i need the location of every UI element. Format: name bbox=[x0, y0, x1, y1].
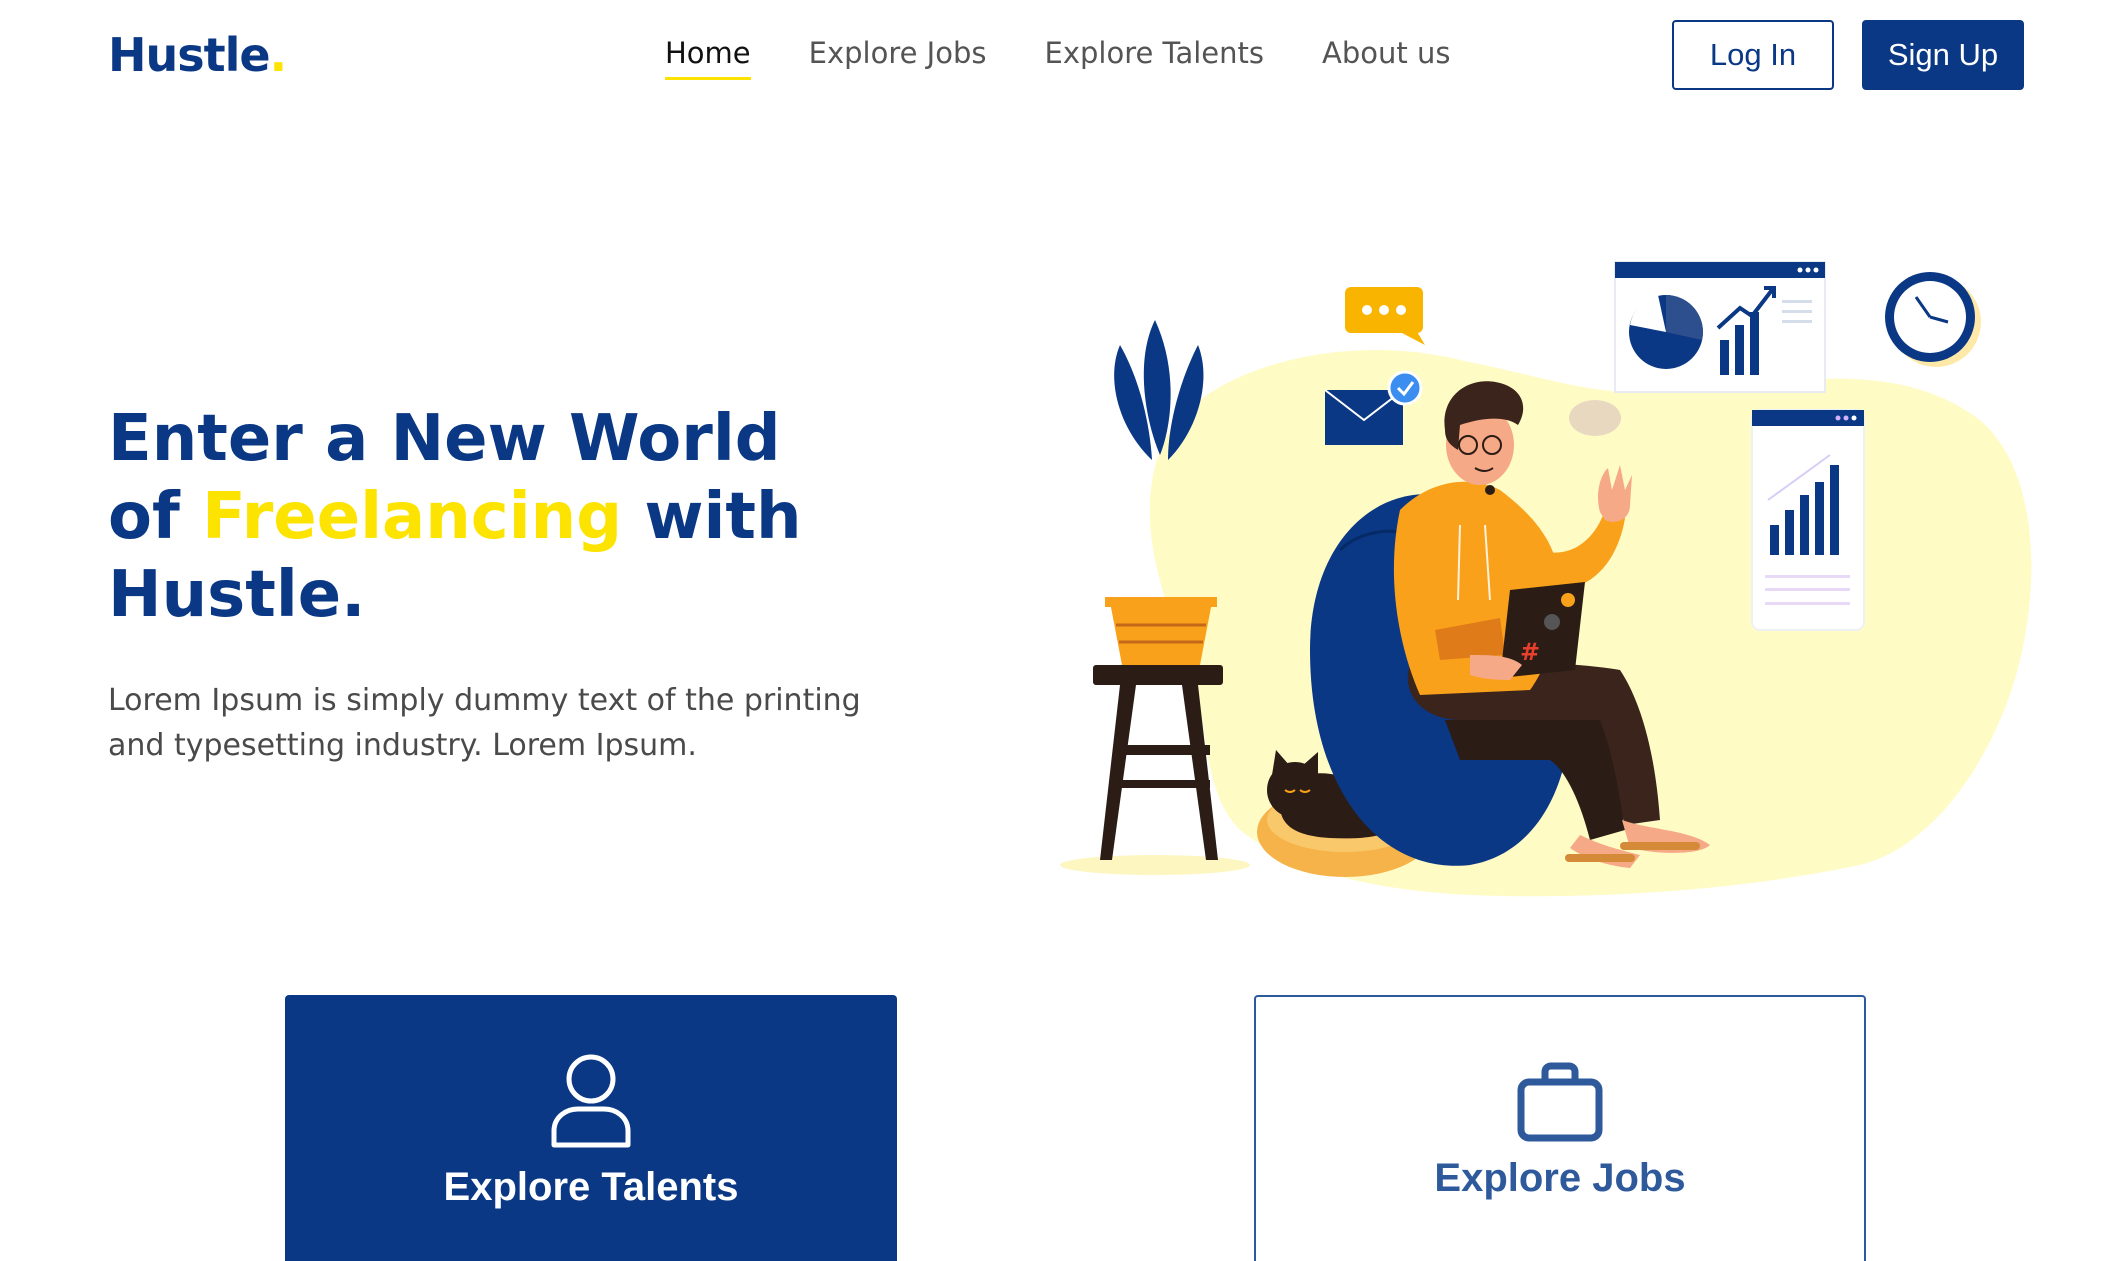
explore-jobs-card[interactable]: Explore Jobs bbox=[1254, 995, 1866, 1261]
nav-home[interactable]: Home bbox=[665, 36, 751, 80]
floor-shadow-left bbox=[1060, 855, 1250, 875]
small-blob bbox=[1253, 682, 1297, 718]
chat-bubble-icon bbox=[1345, 287, 1425, 345]
briefcase-icon bbox=[1517, 1062, 1603, 1141]
hero-description: Lorem Ipsum is simply dummy text of the … bbox=[108, 683, 861, 763]
bar-chart-panel bbox=[1751, 409, 1865, 631]
hero-title-brand: Hustle. bbox=[108, 558, 366, 632]
hero-title-highlight: Freelancing bbox=[202, 480, 623, 554]
explore-talents-card[interactable]: Explore Talents bbox=[285, 995, 897, 1261]
speech-blob bbox=[1569, 400, 1621, 436]
hero-title: Enter a New World of Freelancing with Hu… bbox=[108, 400, 928, 634]
hero-illustration: # bbox=[1060, 261, 2032, 897]
hero-title-line1: Enter a New World bbox=[108, 402, 781, 476]
nav-explore-jobs[interactable]: Explore Jobs bbox=[809, 36, 987, 70]
nav-explore-talents[interactable]: Explore Talents bbox=[1045, 36, 1264, 70]
analytics-window bbox=[1614, 261, 1826, 393]
hero-title-with: with bbox=[644, 480, 802, 554]
hero-title-of: of bbox=[108, 480, 180, 554]
brand-name: Hustle bbox=[108, 28, 271, 82]
brand-dot: . bbox=[269, 28, 288, 82]
user-icon bbox=[551, 1054, 631, 1147]
nav-about-us[interactable]: About us bbox=[1322, 36, 1450, 70]
login-button[interactable]: Log In bbox=[1672, 20, 1834, 90]
signup-button[interactable]: Sign Up bbox=[1862, 20, 2024, 90]
clock-icon bbox=[1885, 272, 1981, 367]
explore-jobs-label: Explore Jobs bbox=[1434, 1155, 1686, 1200]
hashtag-sticker: # bbox=[1520, 638, 1540, 666]
explore-talents-label: Explore Talents bbox=[443, 1164, 739, 1209]
brand-logo[interactable]: Hustle. bbox=[108, 28, 288, 82]
main-nav: Home Explore Jobs Explore Talents About … bbox=[665, 36, 1450, 80]
